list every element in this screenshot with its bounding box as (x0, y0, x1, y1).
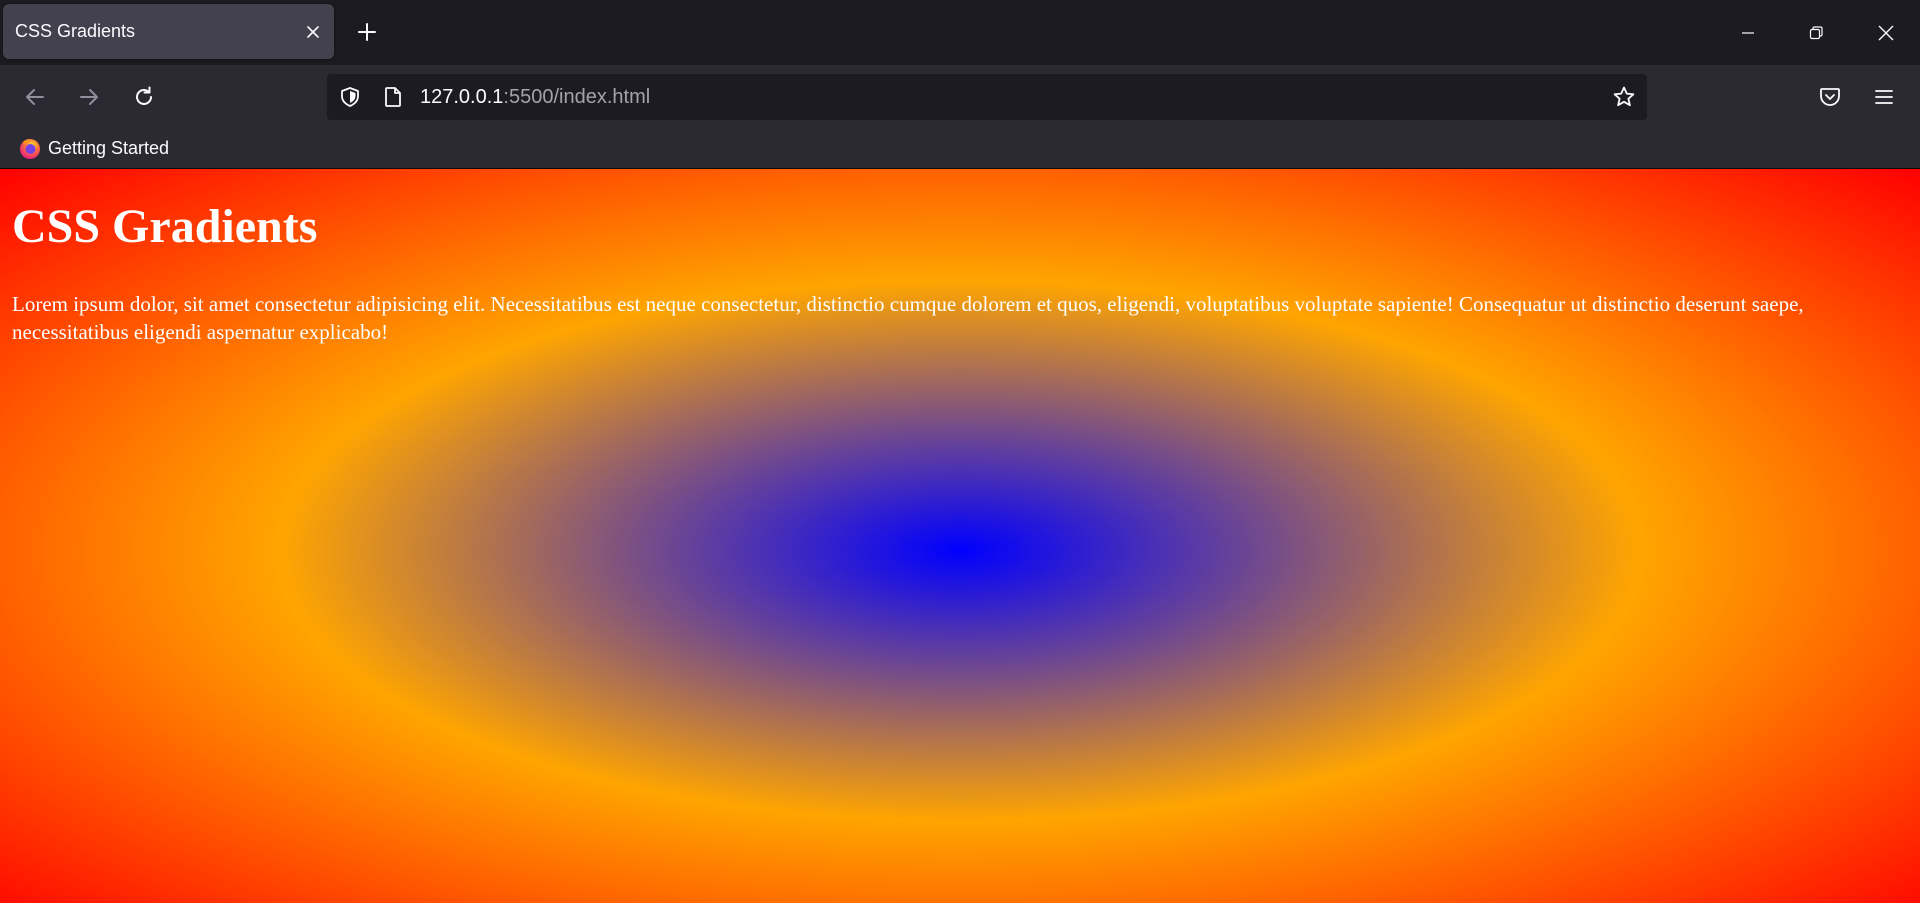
new-tab-button[interactable] (352, 17, 382, 47)
bookmarks-toolbar: Getting Started (0, 129, 1920, 169)
hamburger-menu-icon (1875, 90, 1893, 104)
shield-icon[interactable] (338, 85, 362, 109)
bookmark-star-icon[interactable] (1611, 84, 1637, 110)
url-host: 127.0.0.1 (420, 86, 504, 108)
navigation-toolbar: 127.0.0.1:5500/index.html (0, 65, 1920, 129)
page-content: CSS Gradients Lorem ipsum dolor, sit ame… (0, 169, 1920, 903)
page-heading: CSS Gradients (12, 200, 318, 253)
arrow-left-icon (26, 89, 44, 105)
bookmark-getting-started[interactable]: Getting Started (12, 133, 175, 163)
url-path: :5500/index.html (503, 86, 651, 108)
tab-title: CSS Gradients (15, 21, 136, 41)
firefox-icon (18, 136, 42, 160)
restore-window-button[interactable] (1782, 0, 1850, 65)
tab-strip: CSS Gradients (0, 0, 1920, 65)
page-paragraph: Lorem ipsum dolor, sit amet consectetur … (12, 292, 1804, 344)
minimize-window-button[interactable] (1714, 0, 1782, 65)
url-bar[interactable]: 127.0.0.1:5500/index.html (327, 74, 1647, 120)
browser-window: CSS Gradients 127.0.0.1:5500/index.html … (0, 0, 1920, 903)
app-menu-button[interactable] (1865, 78, 1903, 116)
reload-button[interactable] (125, 78, 163, 116)
pocket-button[interactable] (1811, 78, 1849, 116)
url-text[interactable]: 127.0.0.1:5500/index.html (420, 74, 650, 120)
tab-css-gradients[interactable]: CSS Gradients (3, 4, 334, 59)
reload-icon (136, 86, 152, 105)
page-icon[interactable] (381, 85, 405, 109)
forward-button[interactable] (70, 78, 108, 116)
pocket-icon (1820, 88, 1840, 106)
close-tab-icon[interactable] (300, 19, 326, 45)
bookmark-label: Getting Started (48, 137, 170, 158)
back-button[interactable] (16, 78, 54, 116)
arrow-right-icon (80, 89, 98, 105)
close-window-button[interactable] (1852, 0, 1920, 65)
